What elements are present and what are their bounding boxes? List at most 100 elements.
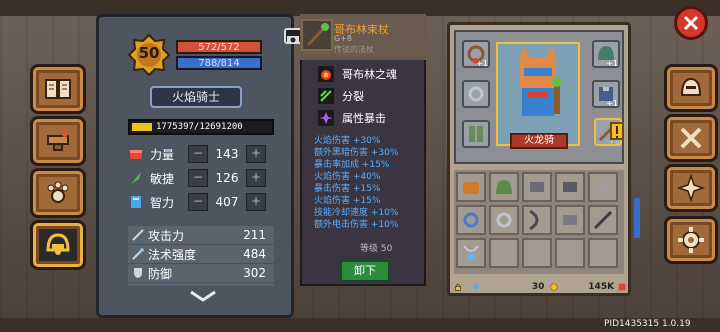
coin-icon: [550, 283, 558, 291]
weapon-stat-line: 额外黑暗伤害 +30%: [314, 148, 399, 158]
increase-agility-button[interactable]: +: [246, 169, 266, 187]
skill-name: 哥布林之魂: [342, 68, 397, 81]
coin-count: 145K: [588, 282, 615, 292]
inventory-slot[interactable]: [588, 205, 618, 235]
amulet-icon: [463, 245, 479, 261]
tab-hero[interactable]: [664, 64, 718, 112]
inventory-slot[interactable]: [522, 172, 552, 202]
weapon-stat-line: 火焰伤害 +15%: [314, 196, 381, 206]
tab-skills[interactable]: [664, 114, 718, 162]
tab-equipment[interactable]: [30, 220, 86, 270]
unequip-button[interactable]: 卸下: [340, 260, 390, 282]
equip-slot-helmet[interactable]: +1: [592, 40, 620, 68]
tab-settings[interactable]: [664, 216, 718, 264]
inventory-slot[interactable]: [522, 238, 552, 268]
weapon-stat-line: 技能冷却速度 +10%: [314, 208, 399, 218]
ring-icon: [468, 86, 484, 102]
combat-stat-name: 法术强度: [148, 247, 197, 262]
inventory-slot[interactable]: [456, 172, 486, 202]
tab-forge[interactable]: [30, 116, 86, 166]
ring-icon: [496, 212, 512, 228]
chevron-down-icon[interactable]: [188, 290, 218, 302]
weapon-skill[interactable]: 哥布林之魂: [318, 66, 397, 82]
build-id: PID1435315 1.0.19: [604, 319, 691, 329]
attribute-name: 力量: [150, 147, 175, 162]
equip-slot-ring[interactable]: [462, 80, 490, 108]
exclamation-tab[interactable]: [610, 122, 624, 140]
attribute-value: 407: [215, 195, 239, 209]
equip-slot-amulet[interactable]: +1: [462, 40, 490, 68]
gauntlet-icon: [563, 215, 577, 225]
tab-pets[interactable]: [30, 168, 86, 218]
inventory-slot[interactable]: [456, 238, 486, 268]
inventory-scrollbar[interactable]: [634, 198, 640, 238]
weapon-skill[interactable]: 属性暴击: [318, 110, 386, 126]
slot-plus-label: +1: [476, 59, 488, 68]
experience-text: 1775397/12691200: [156, 122, 243, 132]
inventory-grid: [454, 170, 624, 274]
gem-count: 30: [531, 282, 545, 292]
level-value: 50: [138, 44, 160, 62]
combat-stat-value: 302: [243, 266, 266, 280]
knight-head-icon: [680, 77, 702, 96]
inventory-slot[interactable]: [489, 205, 519, 235]
helmet-icon: [46, 233, 70, 255]
experience-bar: 1775397/12691200: [128, 119, 274, 135]
ring-icon: [463, 212, 479, 228]
inventory-slot[interactable]: [588, 172, 618, 202]
gear-icon: [678, 227, 704, 253]
equip-slot-armor[interactable]: +1: [592, 80, 620, 108]
lock-icon[interactable]: [454, 281, 462, 293]
inventory-slot[interactable]: [555, 205, 585, 235]
orange-pouch-icon: [463, 182, 479, 194]
slot-plus-label: +1: [606, 99, 618, 108]
weapon-stat-line: 暴击伤害 +15%: [314, 184, 381, 194]
inventory-slot[interactable]: [555, 172, 585, 202]
combat-stat-value: 211: [243, 228, 266, 242]
inventory-slot[interactable]: [489, 238, 519, 268]
character-portrait: [496, 42, 580, 146]
combat-stat-value: 484: [243, 247, 266, 261]
combat-row-spell-power: 法术强度 484: [128, 245, 274, 264]
close-button[interactable]: [674, 6, 708, 40]
decrease-intelligence-button[interactable]: −: [188, 193, 208, 211]
equip-slot-boots[interactable]: [462, 120, 490, 148]
fox-knight-icon: [520, 46, 562, 116]
sort-icon[interactable]: [618, 281, 626, 293]
decrease-strength-button[interactable]: −: [188, 145, 208, 163]
camera-icon: [287, 36, 299, 44]
combat-stat-name: 防御: [148, 266, 173, 281]
tab-codex[interactable]: [30, 64, 86, 114]
weapon-grade: G+8: [334, 34, 352, 43]
wand-icon: [132, 248, 144, 260]
tab-talents[interactable]: [664, 164, 718, 212]
split-arrow-icon: [318, 88, 334, 104]
paw-icon: [47, 181, 69, 203]
sword-icon: [132, 229, 144, 241]
weapon-skill[interactable]: 分裂: [318, 88, 364, 104]
attribute-name: 智力: [150, 195, 175, 210]
fire-orb-icon: [318, 66, 334, 82]
gauntlet-icon: [530, 182, 544, 192]
book-icon: [131, 196, 141, 208]
slot-plus-label: +1: [606, 59, 618, 68]
weapon-stat-line: 额外电击伤害 +10%: [314, 220, 399, 230]
attribute-row-agility: 敏捷 − 126 +: [128, 168, 274, 188]
increase-strength-button[interactable]: +: [246, 145, 266, 163]
boots-icon: [469, 126, 483, 142]
inventory-slot[interactable]: [456, 205, 486, 235]
crit-burst-icon: [318, 110, 334, 126]
increase-intelligence-button[interactable]: +: [246, 193, 266, 211]
inventory-slot[interactable]: [588, 238, 618, 268]
decrease-agility-button[interactable]: −: [188, 169, 208, 187]
inventory-slot[interactable]: [555, 238, 585, 268]
inventory-slot[interactable]: [522, 205, 552, 235]
skill-name: 分裂: [342, 90, 364, 103]
combat-stat-name: 攻击力: [148, 228, 185, 243]
inventory-slot[interactable]: [489, 172, 519, 202]
class-name-plate: 火焰骑士: [150, 86, 242, 108]
feather-icon: [131, 172, 141, 184]
attribute-row-intelligence: 智力 − 407 +: [128, 192, 274, 212]
fist-icon: [130, 150, 142, 159]
attribute-value: 143: [215, 147, 239, 161]
